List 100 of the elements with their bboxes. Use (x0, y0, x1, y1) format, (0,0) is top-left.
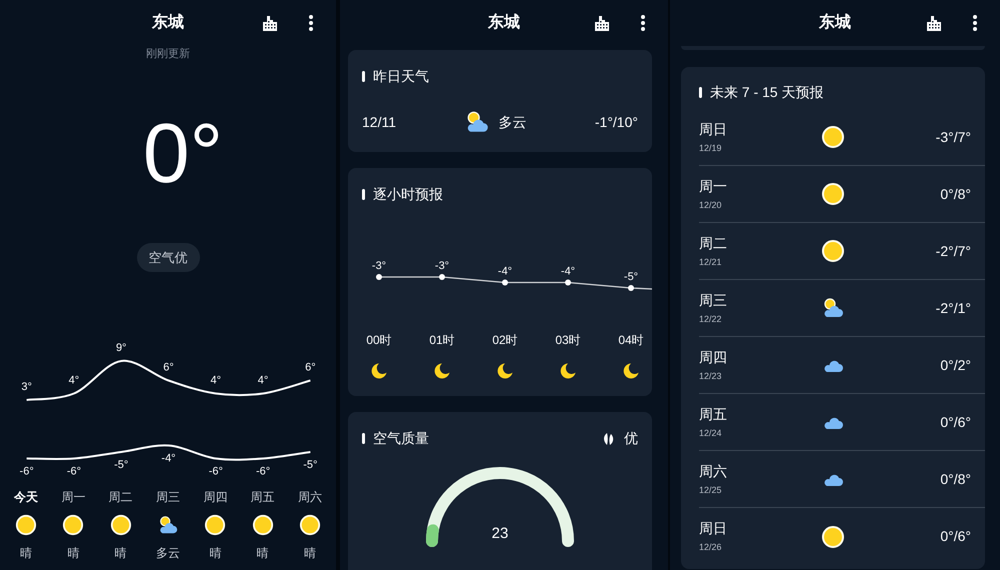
air-quality-grade: 优 (624, 429, 638, 448)
temperature-label: -6° (255, 466, 270, 478)
hour-label: 00时 (366, 333, 392, 347)
temperature-range: -3°/7° (936, 128, 971, 146)
temperature-label: -4° (160, 452, 176, 464)
date-label: 12/25 (699, 484, 723, 497)
day-label: 周四 (203, 489, 228, 506)
temperature-label: 6° (304, 362, 316, 374)
date-label: 12/22 (699, 312, 723, 326)
day-label: 周一 (699, 176, 728, 196)
temperature-range: 0°/6° (940, 412, 971, 432)
hour-label: 03时 (555, 333, 581, 347)
more-menu-icon[interactable] (308, 15, 314, 31)
day-label: 周五 (699, 404, 728, 424)
day-label: 周四 (699, 348, 728, 367)
moon-icon (621, 361, 641, 381)
temperature-range: 0°/8° (940, 184, 971, 204)
day-label: 周六 (298, 489, 322, 506)
leaves-icon (602, 432, 616, 446)
card-title: 空气质量 (373, 429, 429, 448)
date-label: 12/11 (362, 112, 396, 132)
sun-icon (821, 125, 845, 149)
title-bar-marker (699, 87, 702, 98)
temperature-label: 4° (257, 374, 268, 386)
temperature-label: -6° (208, 466, 222, 478)
weather-condition: 多云 (498, 112, 526, 132)
air-quality-badge[interactable]: 空气优 (136, 242, 200, 272)
temperature-label: 3° (20, 381, 32, 393)
day-label: 周五 (250, 489, 275, 506)
date-label: 12/20 (699, 198, 723, 212)
more-menu-icon[interactable] (640, 15, 646, 31)
temperature-label: 6° (162, 362, 174, 374)
date-label: 12/19 (699, 142, 723, 155)
date-label: 12/23 (699, 370, 723, 383)
sun-icon (821, 239, 845, 263)
temperature-label: -4° (560, 266, 576, 278)
day-label: 周日 (699, 120, 728, 139)
day-label: 周三 (156, 489, 180, 506)
sun-icon (821, 524, 845, 548)
card-title: 未来 7 - 15 天预报 (710, 83, 824, 102)
temperature-label: -6° (19, 466, 34, 478)
sun-icon (252, 514, 274, 536)
date-label: 12/24 (699, 426, 723, 440)
title-bar-marker (362, 71, 365, 82)
day-label: 周一 (61, 489, 86, 506)
city-title: 东城 (152, 12, 184, 33)
temperature-label: -5° (114, 459, 128, 471)
moon-icon (558, 361, 578, 381)
city-title: 东城 (488, 12, 520, 33)
temperature-label: 4° (68, 374, 79, 386)
temperature-label: -4° (498, 266, 512, 278)
sun-icon (15, 514, 38, 536)
weather-condition: 晴 (114, 545, 127, 562)
day-label: 周六 (699, 462, 728, 481)
hour-label: 04时 (618, 333, 644, 347)
buildings-icon[interactable] (926, 15, 942, 31)
sun-icon (204, 514, 226, 536)
temperature-label: -5° (624, 271, 638, 283)
moon-icon (432, 361, 452, 381)
sun-icon (62, 514, 84, 536)
city-title: 东城 (819, 12, 851, 33)
title-bar-marker (362, 189, 365, 200)
air-quality-index: 23 (490, 524, 510, 544)
hour-label: 02时 (492, 333, 518, 347)
temperature-label: 9° (115, 342, 126, 354)
card-title: 逐小时预报 (373, 185, 443, 204)
temperature-label: -5° (302, 459, 317, 471)
temperature-range: 0°/6° (940, 527, 971, 546)
buildings-icon[interactable] (594, 15, 610, 31)
card-title: 昨日天气 (373, 67, 429, 86)
title-bar-marker (362, 433, 365, 444)
sun-icon (110, 514, 132, 536)
date-label: 12/26 (699, 541, 723, 554)
current-temperature: 0° (142, 110, 224, 194)
temperature-range: -1°/10° (594, 112, 638, 132)
moon-icon (369, 361, 389, 381)
weather-condition: 晴 (256, 545, 269, 562)
temperature-range: -2°/1° (936, 298, 971, 318)
sun-icon (821, 182, 845, 206)
update-status: 刚刚更新 (146, 46, 190, 62)
temperature-label: -6° (66, 466, 81, 478)
weather-condition: 晴 (20, 545, 32, 562)
temperature-range: 0°/8° (940, 470, 971, 488)
sun-icon (298, 514, 321, 536)
weather-condition: 多云 (156, 545, 180, 562)
temperature-label: -3° (434, 260, 450, 272)
more-menu-icon[interactable] (972, 15, 978, 31)
temperature-label: 4° (210, 374, 221, 386)
day-label: 今天 (14, 489, 38, 506)
temperature-range: 0°/2° (940, 356, 971, 374)
day-label: 周二 (108, 489, 133, 506)
buildings-icon[interactable] (262, 15, 278, 31)
day-label: 周三 (699, 290, 728, 310)
weather-condition: 晴 (304, 545, 316, 562)
day-label: 周二 (699, 234, 728, 253)
temperature-label: -3° (372, 260, 386, 272)
weather-condition: 晴 (209, 545, 222, 562)
moon-icon (495, 361, 515, 381)
temperature-range: -2°/7° (936, 242, 971, 260)
weather-condition: 晴 (67, 545, 80, 562)
